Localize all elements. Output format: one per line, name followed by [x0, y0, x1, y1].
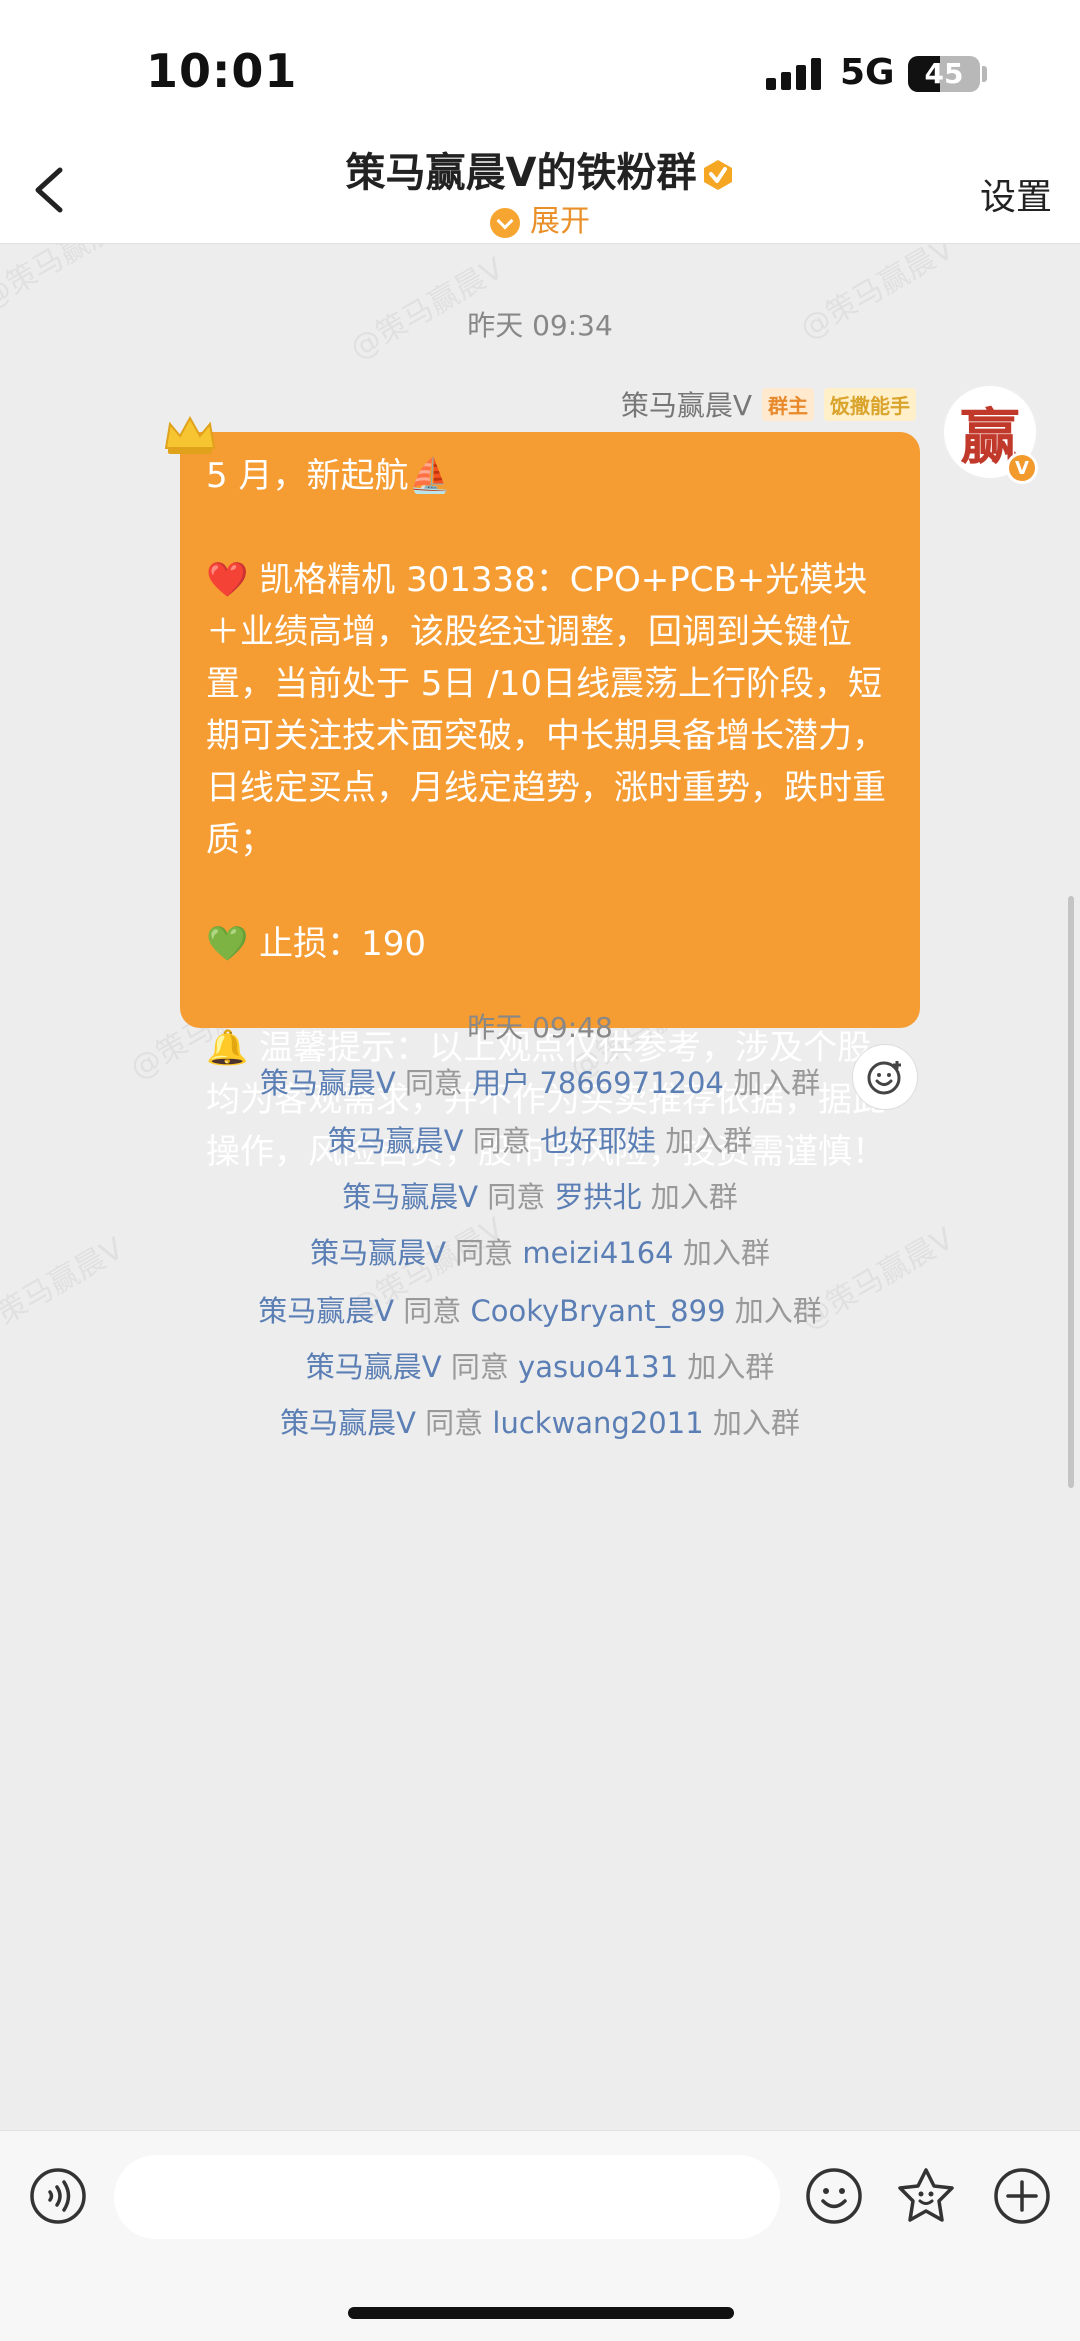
suffix: 加入群 — [687, 1350, 775, 1384]
message-line: 5 月，新起航⛵ — [206, 456, 451, 496]
verb: 同意 — [487, 1180, 546, 1214]
expand-button[interactable]: 展开 — [0, 196, 1080, 240]
emoji-icon — [806, 2168, 862, 2224]
system-message: 策马赢晨Ⅴ 同意 meizi4164 加入群 — [0, 1230, 1080, 1272]
battery-level: 45 — [924, 57, 964, 90]
emoji-button[interactable] — [804, 2166, 864, 2226]
suffix: 加入群 — [734, 1294, 822, 1328]
input-bar — [0, 2130, 1080, 2341]
voice-icon — [30, 2168, 86, 2224]
suffix: 加入群 — [650, 1180, 738, 1214]
home-indicator — [348, 2307, 734, 2319]
suffix: 加入群 — [733, 1066, 821, 1100]
timestamp: 昨天 09:48 — [467, 1011, 613, 1044]
actor-link[interactable]: 策马赢晨Ⅴ — [328, 1124, 464, 1158]
group-title-text: 策马赢晨Ⅴ的铁粉群 — [345, 150, 697, 196]
owner-tag: 群主 — [762, 387, 814, 421]
verb: 同意 — [425, 1406, 484, 1440]
voice-button[interactable] — [28, 2166, 88, 2226]
group-title: 策马赢晨Ⅴ的铁粉群 — [0, 140, 1080, 198]
verb: 同意 — [403, 1294, 462, 1328]
chat-header: 策马赢晨Ⅴ的铁粉群 展开 设置 — [0, 140, 1080, 244]
sticker-icon — [898, 2168, 954, 2222]
user-link[interactable]: luckwang2011 — [492, 1406, 703, 1440]
user-link[interactable]: meizi4164 — [522, 1236, 673, 1270]
user-link[interactable]: 用户 7866971204 — [472, 1066, 724, 1100]
verb: 同意 — [455, 1236, 514, 1270]
system-message: 策马赢晨Ⅴ 同意 luckwang2011 加入群 — [0, 1400, 1080, 1442]
message-line: 💚 止损：190 — [206, 924, 427, 964]
message-bubble[interactable]: 5 月，新起航⛵ ❤️ 凯格精机 301338：CPO+PCB+光模块＋业绩高增… — [180, 432, 920, 1172]
verb: 同意 — [404, 1066, 463, 1100]
expand-label: 展开 — [530, 204, 590, 239]
crown-icon — [164, 415, 216, 454]
actor-link[interactable]: 策马赢晨Ⅴ — [280, 1406, 416, 1440]
system-message: 策马赢晨Ⅴ 同意 罗拱北 加入群 — [0, 1174, 1080, 1216]
user-link[interactable]: CookyBryant_899 — [471, 1294, 726, 1328]
settings-button[interactable]: 设置 — [980, 168, 1052, 220]
network-type: 5G — [840, 52, 895, 93]
actor-link[interactable]: 策马赢晨Ⅴ — [342, 1180, 478, 1214]
plus-icon — [994, 2168, 1050, 2224]
system-message: 策马赢晨Ⅴ 同意 用户 7866971204 加入群 — [0, 1060, 1080, 1102]
verified-badge-icon — [704, 160, 733, 190]
user-link[interactable]: 也好耶娃 — [540, 1124, 656, 1158]
suffix: 加入群 — [665, 1124, 753, 1158]
verb: 同意 — [450, 1350, 509, 1384]
user-link[interactable]: 罗拱北 — [555, 1180, 642, 1214]
timestamp: 昨天 09:34 — [467, 309, 613, 342]
user-link[interactable]: yasuo4131 — [518, 1350, 678, 1384]
scrollbar[interactable] — [1068, 896, 1074, 1488]
actor-link[interactable]: 策马赢晨Ⅴ — [260, 1066, 396, 1100]
plus-button[interactable] — [992, 2166, 1052, 2226]
message-input[interactable] — [114, 2155, 780, 2239]
battery-tip — [982, 66, 987, 82]
system-message: 策马赢晨Ⅴ 同意 CookyBryant_899 加入群 — [0, 1288, 1080, 1330]
status-bar: 10:01 5G 45 — [0, 0, 1080, 140]
chat-area[interactable]: @策马赢晨V @策马赢晨V @策马赢晨V @策马赢晨V @策马赢晨V @策马赢晨… — [0, 244, 1080, 2130]
system-message: 策马赢晨Ⅴ 同意 也好耶娃 加入群 — [0, 1118, 1080, 1160]
system-message: 策马赢晨Ⅴ 同意 yasuo4131 加入群 — [0, 1344, 1080, 1386]
chevron-down-icon — [490, 207, 520, 238]
verified-v-icon: V — [1006, 452, 1038, 484]
suffix: 加入群 — [682, 1236, 770, 1270]
sender-row: 策马赢晨Ⅴ 群主 饭撒能手 — [621, 386, 916, 422]
battery-icon: 45 — [908, 56, 980, 92]
sticker-button[interactable] — [896, 2166, 956, 2226]
sender-name[interactable]: 策马赢晨Ⅴ — [621, 384, 752, 424]
suffix: 加入群 — [712, 1406, 800, 1440]
signal-icon — [766, 58, 822, 90]
fan-tag: 饭撒能手 — [824, 387, 916, 421]
actor-link[interactable]: 策马赢晨Ⅴ — [306, 1350, 442, 1384]
message-line: ❤️ 凯格精机 301338：CPO+PCB+光模块＋业绩高增，该股经过调整，回… — [206, 560, 886, 860]
actor-link[interactable]: 策马赢晨Ⅴ — [258, 1294, 394, 1328]
verb: 同意 — [472, 1124, 531, 1158]
actor-link[interactable]: 策马赢晨Ⅴ — [310, 1236, 446, 1270]
status-time: 10:01 — [146, 44, 298, 98]
